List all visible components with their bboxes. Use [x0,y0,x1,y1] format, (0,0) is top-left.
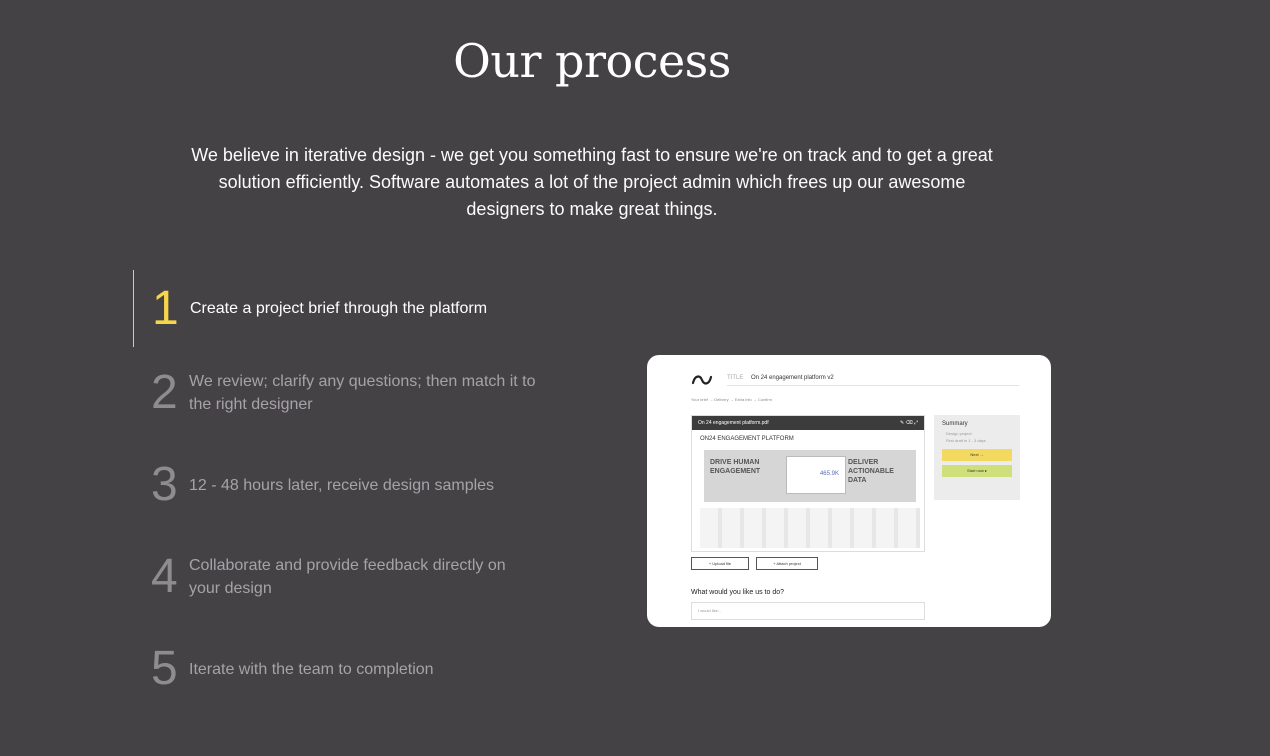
question-label: What would you like us to do? [691,589,784,596]
start-now-button[interactable]: Start now ▸ [942,465,1012,477]
step-text: 12 - 48 hours later, receive design samp… [189,476,495,494]
breadcrumb: Your brief → Delivery → Extra info → Con… [691,397,772,402]
step-number: 4 [151,550,178,603]
summary-item: First draft in 1 - 3 days [946,438,986,443]
step-text: Create a project brief through the platf… [190,300,488,317]
banner-right-text: DELIVER ACTIONABLE DATA [848,459,894,484]
brand-logo-icon [691,375,713,385]
step-text: Iterate with the team to completion [189,660,434,678]
upload-file-button[interactable]: + Upload file [691,557,749,570]
banner-stat: 465.9K [819,471,839,477]
attach-project-button[interactable]: + Attach project [756,557,818,570]
step-2[interactable]: 2 We review; clarify any questions; then… [133,347,563,439]
file-actions-icon: ✎ ⌫ ⤢ [899,420,918,426]
file-name: On 24 engagement platform.pdf [698,420,769,426]
platform-screenshot: TITLE On 24 engagement platform v2 Your … [647,355,1051,627]
doc-title-field: TITLE On 24 engagement platform v2 [727,375,1019,386]
next-button[interactable]: Next → [942,449,1012,461]
banner-device: 465.9K [786,456,846,494]
process-steps: 1 Create a project brief through the pla… [133,270,563,715]
summary-panel: Summary Design project First draft in 1 … [934,415,1020,500]
step-number: 2 [151,366,178,419]
step-3[interactable]: 3 12 - 48 hours later, receive design sa… [133,439,563,531]
banner-left-text: DRIVE HUMAN ENGAGEMENT [710,459,761,475]
step-text: We review; clarify any questions; then m… [189,373,536,413]
step-text: Collaborate and provide feedback directl… [189,557,506,597]
step-number: 1 [152,281,179,335]
step-number: 5 [151,642,178,695]
request-input[interactable]: I would like... [691,602,925,620]
intro-text: We believe in iterative design - we get … [191,145,993,219]
file-preview: On 24 engagement platform.pdf ✎ ⌫ ⤢ ON24… [691,415,925,552]
file-preview-header: On 24 engagement platform.pdf ✎ ⌫ ⤢ [692,416,924,430]
doc-title-label: TITLE [727,375,744,381]
doc-title-value: On 24 engagement platform v2 [751,375,834,381]
summary-item: Design project [946,431,972,436]
preview-title: ON24 ENGAGEMENT PLATFORM [700,436,794,442]
preview-wireframe [700,508,920,548]
preview-banner: DRIVE HUMAN ENGAGEMENT 465.9K DELIVER AC… [704,450,916,502]
step-5[interactable]: 5 Iterate with the team to completion [133,623,563,715]
step-number: 3 [151,458,178,511]
step-1[interactable]: 1 Create a project brief through the pla… [133,270,563,347]
summary-heading: Summary [942,421,968,427]
step-4[interactable]: 4 Collaborate and provide feedback direc… [133,531,563,623]
page-title: Our process [453,34,731,88]
